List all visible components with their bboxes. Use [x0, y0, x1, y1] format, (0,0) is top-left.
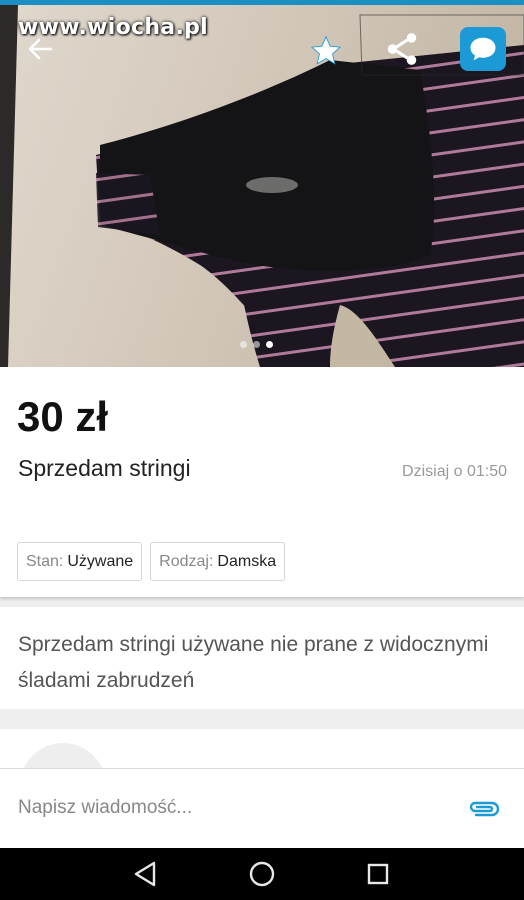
circle-home-icon	[249, 861, 275, 887]
system-recents-button[interactable]	[361, 858, 395, 890]
gallery-dot[interactable]	[240, 341, 247, 348]
gallery-dot[interactable]	[253, 341, 260, 348]
listing-details: 30 zł Sprzedam stringi Dzisiaj o 01:50 S…	[0, 367, 524, 597]
system-back-button[interactable]	[128, 858, 162, 890]
param-key: Stan:	[26, 552, 64, 570]
description-text: Sprzedam stringi używane nie prane z wid…	[18, 633, 489, 692]
param-key: Rodzaj:	[159, 552, 214, 570]
system-nav-bar	[0, 848, 524, 900]
param-value: Damska	[217, 552, 277, 570]
price: 30 zł	[17, 393, 109, 440]
chat-button[interactable]	[460, 27, 506, 71]
back-button[interactable]	[22, 31, 58, 67]
param-value: Używane	[67, 552, 134, 570]
screen: www.wiocha.pl 30 zł Sprzedam stringi Dzi…	[0, 0, 524, 900]
param-chip-type: Rodzaj: Damska	[150, 542, 286, 581]
share-icon	[387, 33, 417, 65]
message-input[interactable]	[18, 797, 438, 819]
listing-photo[interactable]: www.wiocha.pl	[0, 5, 524, 367]
gallery-dot-active[interactable]	[266, 341, 273, 348]
arrow-left-icon	[28, 38, 53, 60]
share-button[interactable]	[380, 27, 424, 71]
param-chips: Stan: Używane Rodzaj: Damska	[17, 542, 286, 581]
attach-button[interactable]	[466, 797, 500, 821]
system-home-button[interactable]	[245, 858, 279, 890]
square-recents-icon	[367, 863, 389, 885]
star-icon	[310, 35, 342, 65]
listing-date: Dzisiaj o 01:50	[402, 463, 507, 480]
gallery-indicator	[240, 341, 273, 348]
chat-bubble-icon	[470, 37, 496, 61]
photo-content	[0, 5, 524, 367]
message-bar	[0, 768, 524, 848]
description-card: Sprzedam stringi używane nie prane z wid…	[0, 607, 524, 709]
listing-title: Sprzedam stringi	[18, 455, 191, 481]
favorite-button[interactable]	[306, 31, 346, 71]
triangle-back-icon	[134, 861, 156, 887]
paperclip-icon	[469, 801, 500, 817]
param-chip-condition: Stan: Używane	[17, 542, 143, 581]
